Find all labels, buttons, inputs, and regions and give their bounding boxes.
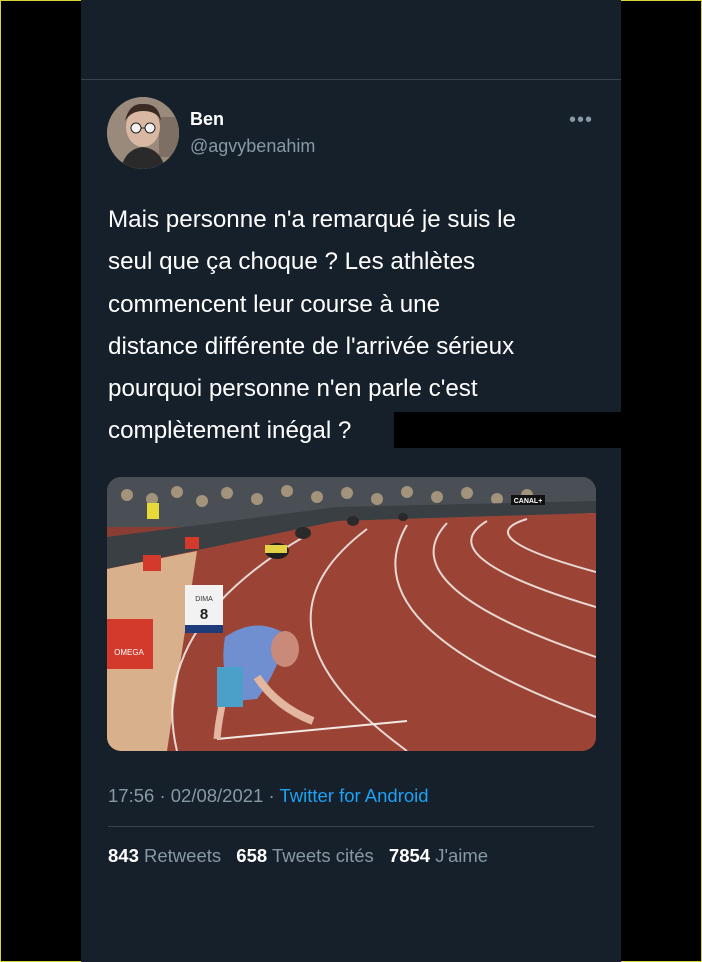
- quotes-stat[interactable]: 658 Tweets cités: [236, 845, 373, 866]
- tweet-source-link[interactable]: Twitter for Android: [279, 785, 428, 806]
- author-handle[interactable]: @agvybenahim: [190, 136, 315, 157]
- more-options-icon[interactable]: •••: [569, 109, 593, 132]
- stats-divider: [108, 826, 594, 827]
- lane-block-name: DIMA: [195, 596, 213, 603]
- sponsor-logo: OMEGA: [114, 648, 144, 657]
- retweets-label: Retweets: [144, 845, 222, 866]
- retweets-stat[interactable]: 843 Retweets: [108, 845, 221, 866]
- quotes-count: 658: [236, 845, 268, 866]
- tweet-time: 17:56: [108, 785, 155, 806]
- meta-separator: ·: [159, 785, 166, 806]
- tweet-panel: Ben @agvybenahim ••• Mais personne n'a r…: [81, 0, 621, 962]
- top-divider: [81, 79, 621, 80]
- author-name[interactable]: Ben: [190, 109, 224, 130]
- quotes-label: Tweets cités: [271, 845, 374, 866]
- retweets-count: 843: [108, 845, 139, 866]
- avatar[interactable]: [107, 97, 179, 169]
- redaction-bar: [394, 412, 621, 448]
- tweet-date: 02/08/2021: [170, 785, 264, 806]
- likes-stat[interactable]: 7854 J'aime: [389, 845, 488, 866]
- lane-number: 8: [200, 606, 208, 623]
- tweet-stats: 843 Retweets 658 Tweets cités 7854 J'aim…: [108, 845, 488, 867]
- tweet-timestamp: 17:56 · 02/08/2021 · Twitter for Android: [108, 785, 429, 807]
- likes-label: J'aime: [435, 845, 489, 866]
- broadcaster-logo: CANAL+: [514, 498, 543, 505]
- likes-count: 7854: [388, 845, 431, 866]
- meta-separator: ·: [268, 785, 275, 806]
- tweet-media-image[interactable]: DIMA 8 OMEGA CANAL+: [107, 477, 596, 751]
